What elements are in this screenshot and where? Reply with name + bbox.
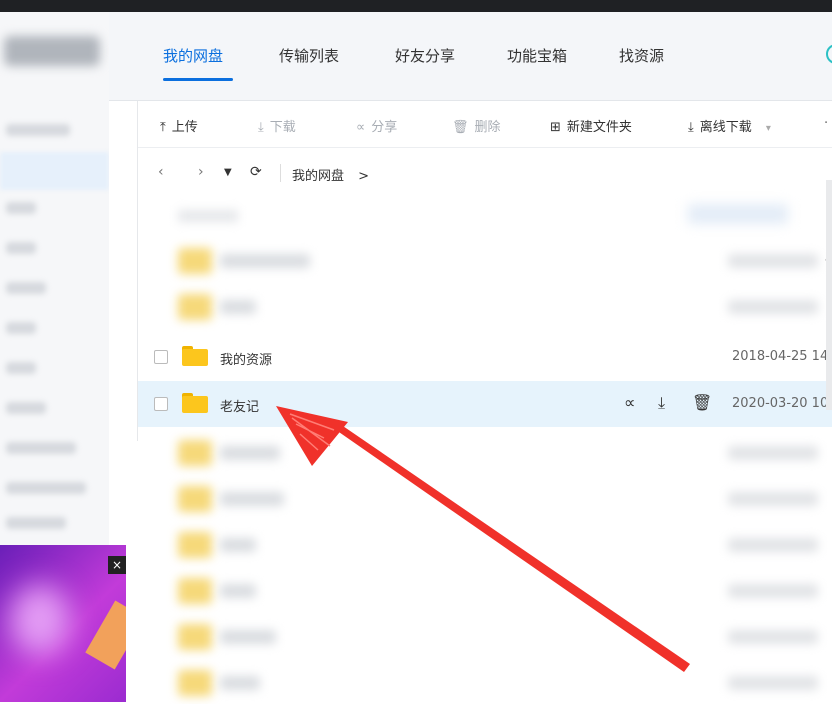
arrow-head (276, 406, 348, 466)
arrow-shaft (336, 424, 690, 672)
annotation-arrow (276, 406, 690, 672)
